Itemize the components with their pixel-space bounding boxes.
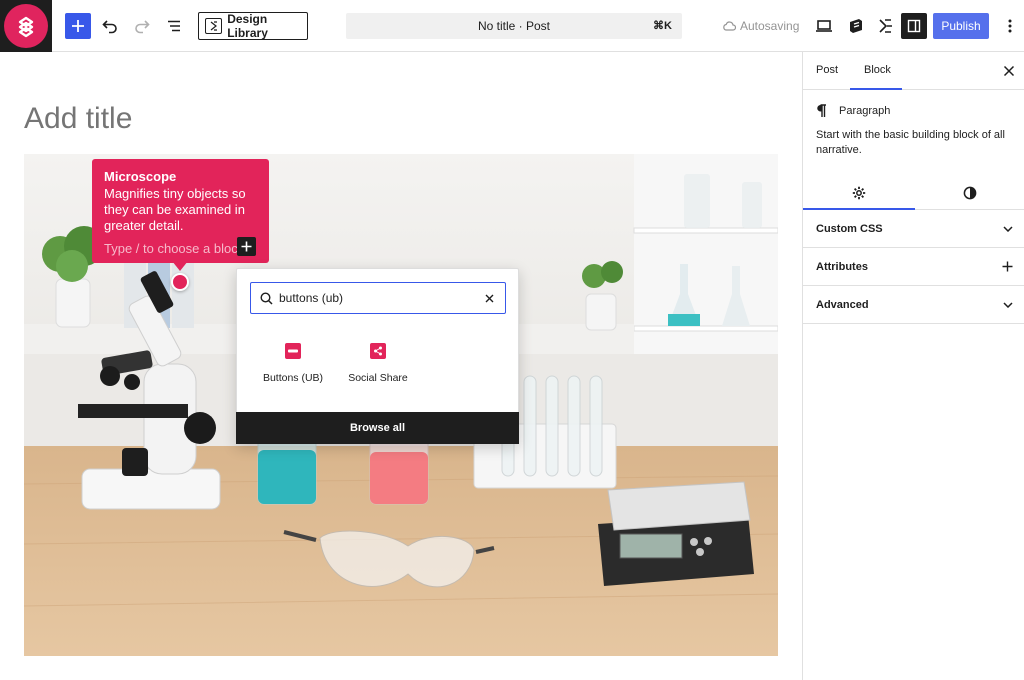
tab-settings[interactable] [803, 182, 914, 204]
site-logo-button[interactable] [0, 0, 52, 52]
chevron-down-icon [1003, 301, 1013, 308]
undo-icon [102, 20, 117, 34]
plus-icon [1002, 261, 1013, 272]
publish-button[interactable]: Publish [933, 13, 989, 39]
stackable-icon [850, 19, 862, 33]
settings-sidebar-toggle[interactable] [901, 13, 927, 39]
active-tab-indicator [850, 88, 902, 90]
block-description: Start with the basic building block of a… [816, 129, 1005, 156]
design-library-icon [205, 18, 223, 34]
document-overview-button[interactable] [161, 13, 187, 39]
hotspot-description[interactable]: Magnifies tiny objects so they can be ex… [104, 186, 257, 234]
block-settings-tabs [803, 176, 1024, 210]
tab-block[interactable]: Block [864, 64, 891, 76]
brand-logo-icon [4, 4, 48, 48]
autosave-label: Autosaving [740, 19, 800, 33]
sparkle-icon [879, 19, 892, 33]
block-search-input[interactable] [279, 291, 469, 305]
plugin-button-a[interactable] [843, 13, 869, 39]
block-result-social-share[interactable]: Social Share [338, 343, 418, 384]
block-name: Paragraph [839, 105, 891, 117]
panel-custom-css[interactable]: Custom CSS [803, 210, 1024, 248]
gear-icon [852, 186, 865, 200]
close-icon [485, 294, 493, 302]
paragraph-icon [817, 104, 826, 117]
tab-post[interactable]: Post [816, 64, 838, 76]
chevron-down-icon [1003, 225, 1013, 232]
plus-icon [241, 241, 252, 252]
settings-sidebar: Post Block Paragraph Start with the basi… [802, 52, 1024, 680]
tooltip-arrow [172, 261, 188, 271]
editor-toolbar: Design Library No title · Post ⌘K Autosa… [0, 0, 1024, 52]
autosave-status: Autosaving [722, 19, 799, 33]
command-shortcut: ⌘K [653, 20, 672, 32]
design-library-button[interactable]: Design Library [198, 12, 308, 40]
quick-inserter-popover: Buttons (UB) Social Share Browse all [236, 268, 519, 444]
close-icon[interactable] [1003, 65, 1015, 77]
browse-all-button[interactable]: Browse all [236, 412, 519, 444]
hotspot-title[interactable]: Microscope [104, 169, 257, 185]
minus-icon [285, 343, 301, 359]
panel-attributes[interactable]: Attributes [803, 248, 1024, 286]
block-card: Paragraph Start with the basic building … [816, 104, 1016, 158]
redo-button[interactable] [129, 13, 155, 39]
design-library-label: Design Library [227, 12, 268, 40]
hotspot-block-placeholder[interactable]: Type / to choose a block [104, 241, 240, 256]
styles-icon [963, 186, 976, 200]
list-view-icon [168, 20, 180, 32]
panel-label: Advanced [816, 298, 869, 311]
block-inserter-toggle[interactable] [65, 13, 91, 39]
sidebar-icon [907, 19, 921, 33]
desktop-icon [816, 20, 832, 32]
document-title: No title · Post [477, 19, 551, 33]
block-search-box [250, 282, 506, 314]
image-hotspot-marker[interactable] [171, 273, 189, 291]
options-menu-button[interactable] [997, 13, 1023, 39]
panel-label: Attributes [816, 260, 868, 273]
command-palette-button[interactable]: No title · Post ⌘K [346, 13, 682, 39]
block-result-buttons-ub[interactable]: Buttons (UB) [253, 343, 333, 384]
panel-advanced[interactable]: Advanced [803, 286, 1024, 324]
cloud-icon [723, 21, 736, 31]
undo-button[interactable] [97, 13, 123, 39]
inline-inserter-button[interactable] [237, 237, 256, 256]
sidebar-tabs: Post Block [803, 52, 1024, 90]
more-vertical-icon [1008, 19, 1012, 33]
plugin-button-b[interactable] [872, 13, 898, 39]
post-title-field[interactable]: Add title [24, 102, 132, 136]
plus-icon [72, 20, 84, 32]
block-result-label: Social Share [348, 372, 408, 384]
panel-label: Custom CSS [816, 222, 883, 235]
clear-search-button[interactable] [482, 291, 496, 305]
block-result-label: Buttons (UB) [262, 372, 324, 384]
search-icon [260, 291, 273, 305]
tab-styles[interactable] [914, 182, 1024, 204]
redo-icon [135, 20, 150, 34]
preview-button[interactable] [811, 13, 837, 39]
share-icon [370, 343, 386, 359]
